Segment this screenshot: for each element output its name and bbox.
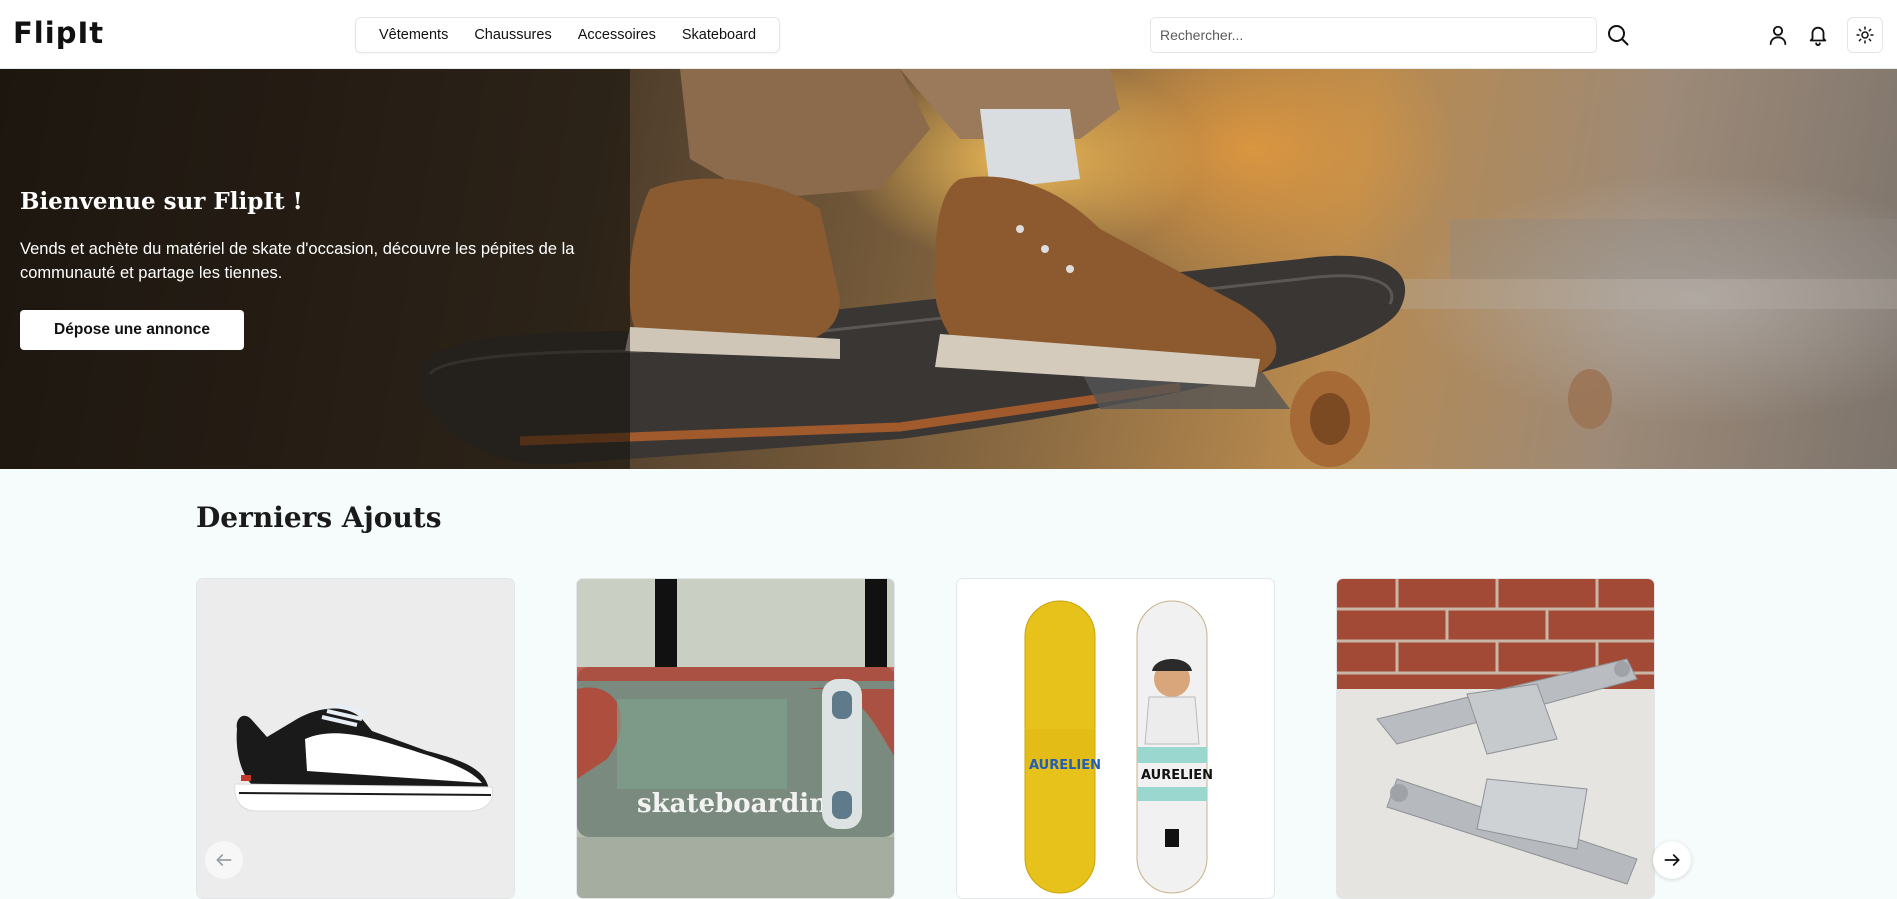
account-button[interactable]	[1763, 20, 1793, 50]
bell-icon	[1809, 26, 1827, 46]
sneaker-image	[197, 579, 514, 898]
carousel-next-button[interactable]	[1653, 841, 1691, 879]
search-icon	[1608, 25, 1629, 46]
user-icon	[1769, 25, 1787, 46]
carousel-prev-button[interactable]	[205, 841, 243, 879]
product-card-skateboard[interactable]: skateboarding	[576, 578, 895, 899]
nav-item-skateboard[interactable]: Skateboard	[669, 27, 769, 43]
nav-item-vetements[interactable]: Vêtements	[366, 27, 461, 43]
section-title-latest: Derniers Ajouts	[196, 501, 442, 534]
hero-title: Bienvenue sur FlipIt !	[20, 188, 303, 215]
sun-icon	[1856, 26, 1874, 44]
product-card-decks[interactable]: AURELIEN AURELIEN	[956, 578, 1275, 899]
hero-description: Vends et achète du matériel de skate d'o…	[20, 240, 575, 282]
logo[interactable]: FlipIt	[13, 16, 104, 50]
notifications-button[interactable]	[1803, 20, 1833, 50]
skateboard-photo: skateboarding	[577, 579, 894, 898]
product-card-sneaker[interactable]	[196, 578, 515, 899]
hero-banner: Bienvenue sur FlipIt ! Vends et achète d…	[0, 69, 1897, 469]
deck-print-yellow: AURELIEN	[1029, 758, 1101, 773]
arrow-left-icon	[216, 854, 232, 866]
trucks-image	[1337, 579, 1654, 898]
deck-print-white: AURELIEN	[1141, 768, 1213, 783]
nav-item-chaussures[interactable]: Chaussures	[461, 27, 564, 43]
post-listing-button[interactable]: Dépose une annonce	[20, 310, 244, 350]
decks-image: AURELIEN AURELIEN	[957, 579, 1274, 898]
deck-print-text: skateboarding	[637, 789, 846, 819]
product-card-trucks[interactable]	[1336, 578, 1655, 899]
search-input[interactable]	[1150, 17, 1597, 53]
top-header: FlipIt Vêtements Chaussures Accessoires …	[0, 0, 1897, 69]
search-button[interactable]	[1603, 20, 1633, 50]
category-nav: Vêtements Chaussures Accessoires Skatebo…	[355, 17, 781, 53]
nav-item-accessoires[interactable]: Accessoires	[565, 27, 669, 43]
theme-toggle-button[interactable]	[1847, 17, 1883, 53]
arrow-right-icon	[1664, 854, 1680, 866]
